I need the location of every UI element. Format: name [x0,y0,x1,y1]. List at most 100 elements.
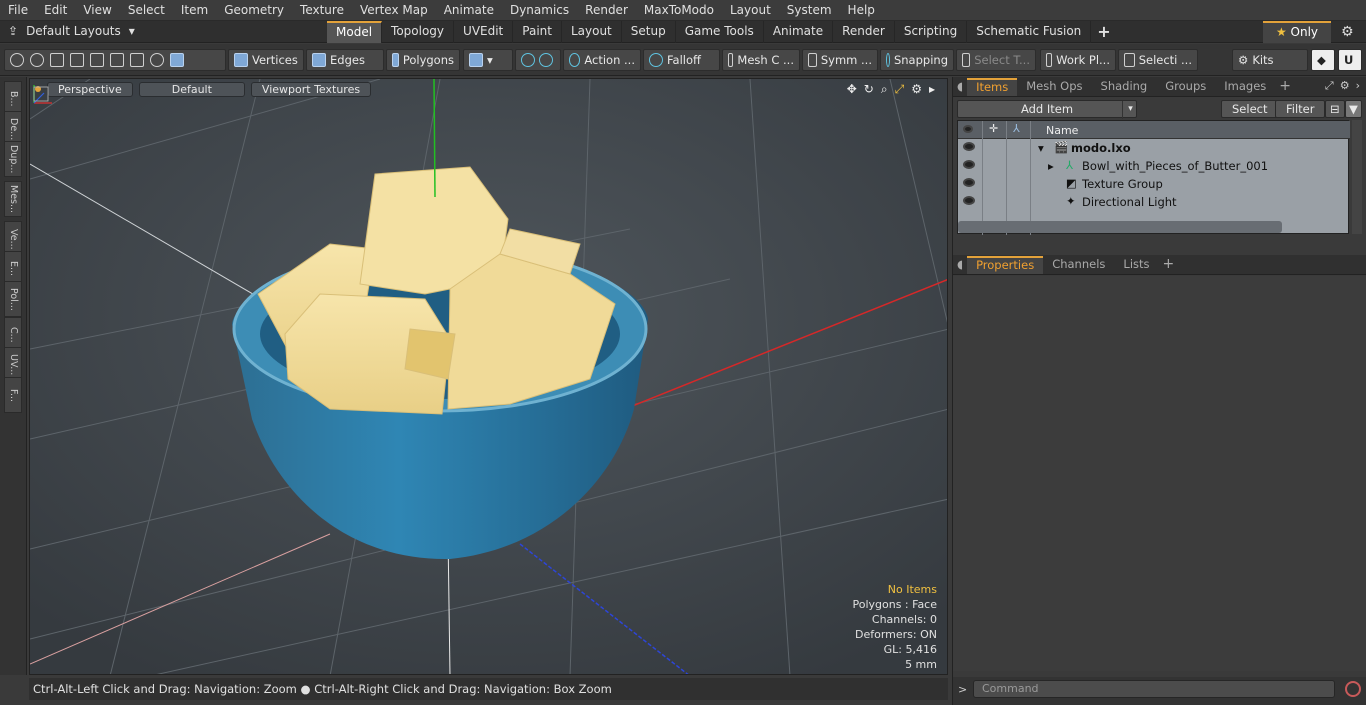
circle-select-icon[interactable] [10,53,24,67]
action-center-button[interactable]: Action ... [563,49,641,71]
orbit-icon[interactable]: ↻ [864,82,874,97]
symmetry-toggles[interactable] [515,49,561,71]
strip-tab-polygon[interactable]: Pol... [4,281,22,317]
viewport-textures-dropdown[interactable]: Viewport Textures [250,81,372,97]
unity-button[interactable]: ◆ [1311,49,1335,71]
transform-icon[interactable] [90,53,104,67]
collapse-triangle-icon[interactable]: ▾ [1038,141,1044,155]
eye-icon[interactable] [963,160,975,169]
tab-groups[interactable]: Groups [1156,78,1215,96]
horizontal-scrollbar[interactable] [958,221,1282,233]
work-plane-button[interactable]: Work Pl... [1040,49,1116,71]
list-item-mesh[interactable]: ▸ ⅄ Bowl_with_Pieces_of_Butter_001 [958,157,1350,175]
tab-shading[interactable]: Shading [1092,78,1157,96]
gear-icon[interactable]: ⚙ [911,82,922,97]
tab-game-tools[interactable]: Game Tools [676,21,764,43]
add-item-button[interactable]: Add Item ▾ [957,100,1137,119]
tab-layout[interactable]: Layout [562,21,622,43]
tab-setup[interactable]: Setup [622,21,676,43]
menu-select[interactable]: Select [120,3,173,17]
list-item-texture-group[interactable]: ◩ Texture Group [958,175,1350,193]
visibility-eye-icon[interactable] [963,125,973,133]
eye-icon[interactable] [963,142,975,151]
element-icon[interactable] [130,53,144,67]
menu-texture[interactable]: Texture [292,3,352,17]
play-icon[interactable]: ▸ [929,82,935,97]
panel-dot-icon[interactable]: ◖ [953,78,967,96]
menu-render[interactable]: Render [577,3,636,17]
render-icon[interactable]: ⅄ [1013,122,1020,135]
selection-sets-button[interactable]: Selecti ... [1118,49,1198,71]
pan-icon[interactable]: ✥ [847,82,857,97]
lock-icon[interactable]: ✛ [989,122,998,135]
tab-animate[interactable]: Animate [764,21,834,43]
globe-icon[interactable] [30,53,44,67]
tab-properties[interactable]: Properties [967,256,1044,274]
unreal-button[interactable]: U [1338,49,1362,71]
command-input[interactable]: Command [973,680,1335,698]
tab-uvedit[interactable]: UVEdit [454,21,514,43]
cube-icon[interactable] [170,53,184,67]
chevron-right-icon[interactable]: › [1356,79,1360,93]
polygons-button[interactable]: Polygons [386,49,460,71]
menu-maxtomodo[interactable]: MaxToModo [636,3,722,17]
layouts-dropdown[interactable]: ⇪ Default Layouts ▾ [8,24,135,38]
menu-animate[interactable]: Animate [436,3,502,17]
record-icon[interactable] [1345,681,1361,697]
kits-button[interactable]: ⚙ Kits [1232,49,1308,71]
collapse-icon[interactable]: ⊟ [1325,100,1345,118]
menu-vertex-map[interactable]: Vertex Map [352,3,436,17]
shading-default-dropdown[interactable]: Default [138,81,245,97]
gear-icon[interactable]: ⚙ [1340,79,1350,93]
menu-file[interactable]: File [0,3,36,17]
name-column-header[interactable]: Name [1046,124,1078,137]
tab-lists[interactable]: Lists [1114,256,1158,274]
menu-view[interactable]: View [75,3,119,17]
edges-button[interactable]: Edges [306,49,384,71]
menu-help[interactable]: Help [840,3,883,17]
eye-icon[interactable] [963,178,975,187]
3d-viewport[interactable]: Perspective Default Viewport Textures ✥ … [29,78,948,675]
mesh-constraint-button[interactable]: Mesh C ... [722,49,800,71]
snapping-button[interactable]: Snapping [880,49,954,71]
tab-mesh-ops[interactable]: Mesh Ops [1017,78,1091,96]
expand-icon[interactable]: ⤢ [1325,79,1334,93]
panel-dot-icon[interactable]: ◖ [953,256,967,274]
select-through-button[interactable]: Select T... [956,49,1036,71]
symmetry-button[interactable]: Symm ... [802,49,878,71]
menu-dynamics[interactable]: Dynamics [502,3,577,17]
tab-schematic-fusion[interactable]: Schematic Fusion [967,21,1092,43]
menu-item[interactable]: Item [173,3,216,17]
vertical-scrollbar[interactable] [1352,120,1362,234]
strip-tab-fusion[interactable]: F... [4,377,22,413]
add-tab-button[interactable]: + [1091,21,1116,43]
tab-topology[interactable]: Topology [382,21,455,43]
menu-system[interactable]: System [779,3,840,17]
tab-items[interactable]: Items [967,78,1018,96]
item-mode-button[interactable]: ▾ [463,49,513,71]
expand-triangle-icon[interactable]: ▸ [1048,159,1054,173]
rotate-icon[interactable] [150,53,164,67]
menu-layout[interactable]: Layout [722,3,779,17]
tab-channels[interactable]: Channels [1043,256,1114,274]
brush-icon[interactable] [70,53,84,67]
falloff-button[interactable]: Falloff [643,49,720,71]
add-properties-tab-button[interactable]: + [1159,256,1179,274]
tab-model[interactable]: Model [327,21,383,43]
only-toggle[interactable]: ★ Only [1263,21,1331,43]
menu-edit[interactable]: Edit [36,3,75,17]
menu-geometry[interactable]: Geometry [216,3,292,17]
add-panel-tab-button[interactable]: + [1275,78,1295,96]
vertices-button[interactable]: Vertices [228,49,304,71]
tab-paint[interactable]: Paint [513,21,562,43]
maximize-icon[interactable]: ⤢ [895,82,905,97]
strip-tab-duplicate[interactable]: Dup... [4,141,22,177]
tab-images[interactable]: Images [1215,78,1275,96]
funnel-icon[interactable]: ▼ [1345,100,1362,118]
strip-tab-mesh[interactable]: Mes... [4,181,22,217]
tab-render[interactable]: Render [833,21,895,43]
move-icon[interactable] [110,53,124,67]
zoom-icon[interactable]: ⌕ [881,82,888,97]
tab-scripting[interactable]: Scripting [895,21,968,43]
filter-button[interactable]: Filter [1275,100,1326,118]
